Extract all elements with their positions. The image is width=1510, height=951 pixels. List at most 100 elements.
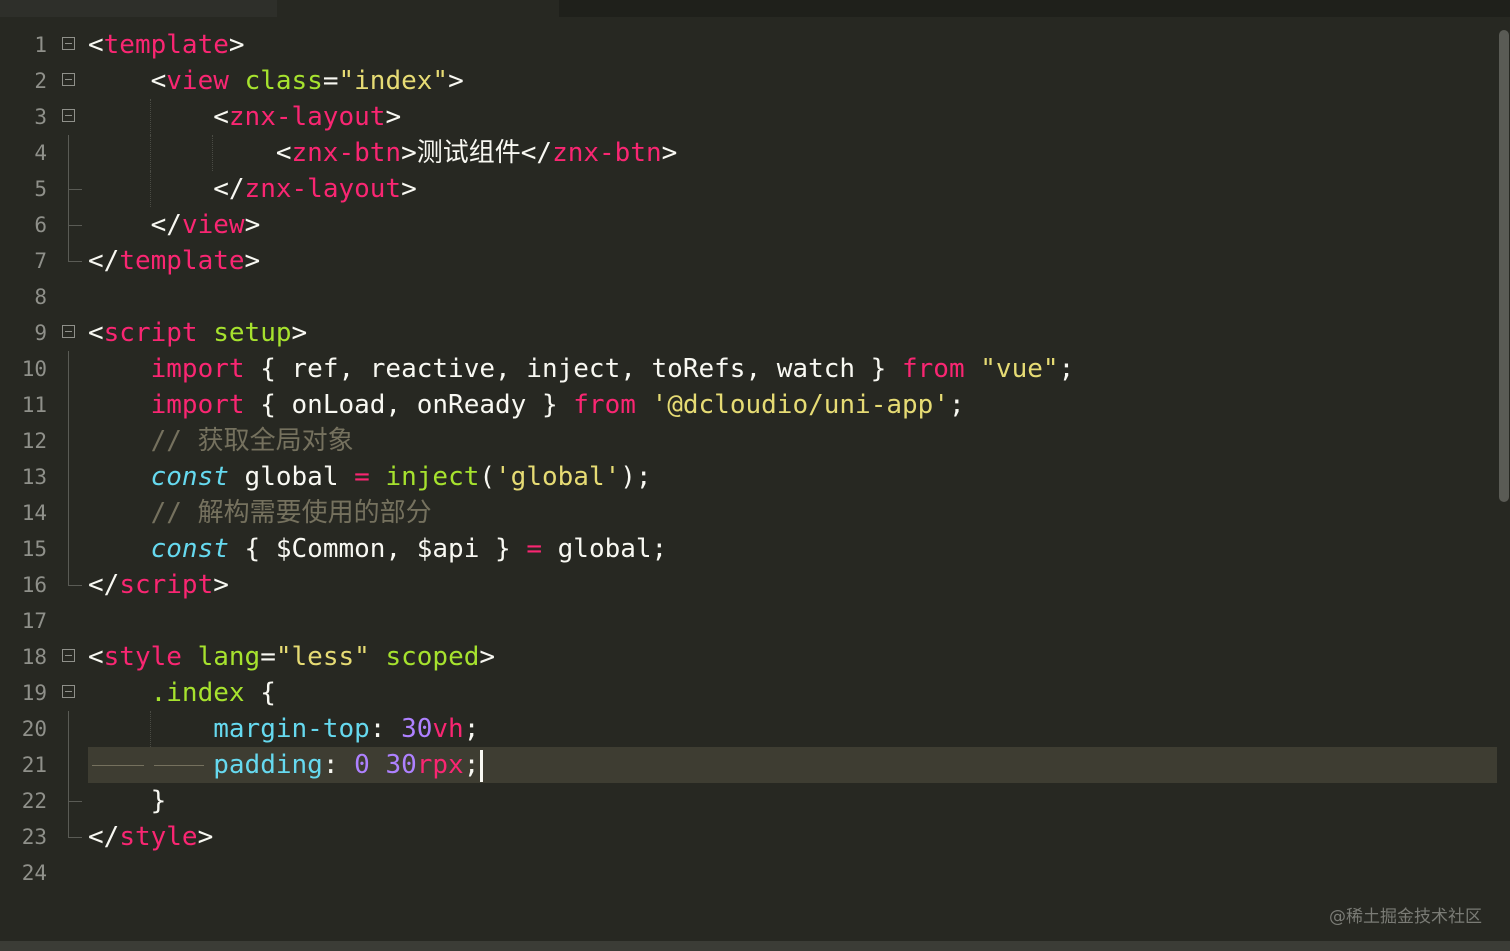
code-line[interactable]: 7 </template> xyxy=(0,243,1497,279)
horizontal-scrollbar[interactable] xyxy=(0,941,1510,951)
fold-guide xyxy=(68,567,69,585)
code-line[interactable]: 3 <znx-layout> xyxy=(0,99,1497,135)
code-text: <znx-layout> xyxy=(213,102,402,132)
fold-end-marker xyxy=(68,801,82,802)
code-line[interactable]: 11 import { onLoad, onReady } from '@dcl… xyxy=(0,387,1497,423)
code-line[interactable]: 13 const global = inject('global'); xyxy=(0,459,1497,495)
code-line[interactable]: 2 <view class="index"> xyxy=(0,63,1497,99)
fold-end-marker xyxy=(68,225,82,226)
code-line[interactable]: 9 <script setup> xyxy=(0,315,1497,351)
fold-toggle-icon[interactable] xyxy=(62,73,75,86)
code-text: import { onLoad, onReady } from '@dcloud… xyxy=(150,390,965,420)
text-cursor xyxy=(480,749,484,782)
fold-guide xyxy=(68,711,69,747)
code-line[interactable]: 4 <znx-btn>测试组件</znx-btn> xyxy=(0,135,1497,171)
code-line[interactable]: 5 </znx-layout> xyxy=(0,171,1497,207)
line-number: 21 xyxy=(21,753,47,777)
line-number: 8 xyxy=(34,285,47,309)
code-text: const { $Common, $api } = global; xyxy=(150,534,668,564)
fold-toggle-icon[interactable] xyxy=(62,109,75,122)
code-line[interactable]: 19 .index { xyxy=(0,675,1497,711)
tab-active[interactable] xyxy=(277,0,559,17)
tab-inactive[interactable] xyxy=(0,0,277,17)
code-text: .index { xyxy=(150,678,276,708)
line-number: 17 xyxy=(21,609,47,633)
code-text: <template> xyxy=(88,30,245,60)
code-line[interactable]: 20 margin-top: 30vh; xyxy=(0,711,1497,747)
line-number: 20 xyxy=(21,717,47,741)
code-text: </znx-layout> xyxy=(213,174,417,204)
code-editor[interactable]: 1 <template> 2 <view class="index"> 3 <z… xyxy=(0,27,1497,927)
code-line[interactable]: 8 xyxy=(0,279,1497,315)
line-number: 23 xyxy=(21,825,47,849)
line-number: 3 xyxy=(34,105,47,129)
code-text: <view class="index"> xyxy=(150,66,464,96)
code-text: // 获取全局对象 xyxy=(150,426,354,456)
code-text: <script setup> xyxy=(88,318,308,348)
line-number: 19 xyxy=(21,681,47,705)
code-line[interactable]: 18 <style lang="less" scoped> xyxy=(0,639,1497,675)
fold-toggle-icon[interactable] xyxy=(62,649,75,662)
line-number: 24 xyxy=(21,861,47,885)
fold-end-marker xyxy=(68,261,82,262)
line-number: 12 xyxy=(21,429,47,453)
code-text: </style> xyxy=(88,822,214,852)
code-line[interactable]: 6 </view> xyxy=(0,207,1497,243)
fold-guide xyxy=(68,243,69,261)
fold-guide xyxy=(68,747,69,783)
line-number: 18 xyxy=(21,645,47,669)
code-line[interactable]: 15 const { $Common, $api } = global; xyxy=(0,531,1497,567)
fold-guide xyxy=(68,495,69,531)
watermark: @稀土掘金技术社区 xyxy=(1329,907,1482,927)
fold-guide xyxy=(68,351,69,387)
code-text: <znx-btn>测试组件</znx-btn> xyxy=(275,138,678,168)
code-line[interactable]: 16 </script> xyxy=(0,567,1497,603)
vertical-scrollbar-thumb[interactable] xyxy=(1499,30,1509,502)
code-line[interactable]: 12 // 获取全局对象 xyxy=(0,423,1497,459)
line-number: 5 xyxy=(34,177,47,201)
line-number: 11 xyxy=(21,393,47,417)
line-number: 7 xyxy=(34,249,47,273)
fold-end-marker xyxy=(68,189,82,190)
fold-guide xyxy=(68,135,69,171)
code-text: </view> xyxy=(150,210,261,240)
line-number: 14 xyxy=(21,501,47,525)
fold-toggle-icon[interactable] xyxy=(62,325,75,338)
code-line[interactable]: 17 xyxy=(0,603,1497,639)
line-number: 13 xyxy=(21,465,47,489)
code-line[interactable]: 22 } xyxy=(0,783,1497,819)
line-number: 4 xyxy=(34,141,47,165)
fold-guide xyxy=(68,819,69,837)
line-number: 9 xyxy=(34,321,47,345)
line-number: 1 xyxy=(34,33,47,57)
fold-guide xyxy=(68,531,69,567)
code-text: import { ref, reactive, inject, toRefs, … xyxy=(150,354,1075,384)
fold-toggle-icon[interactable] xyxy=(62,37,75,50)
code-line[interactable]: 14 // 解构需要使用的部分 xyxy=(0,495,1497,531)
code-text: </script> xyxy=(88,570,229,600)
code-line[interactable]: 10 import { ref, reactive, inject, toRef… xyxy=(0,351,1497,387)
fold-end-marker xyxy=(68,837,82,838)
line-number: 22 xyxy=(21,789,47,813)
code-text: // 解构需要使用的部分 xyxy=(150,498,432,528)
code-line[interactable]: 23 </style> xyxy=(0,819,1497,855)
line-number: 15 xyxy=(21,537,47,561)
fold-guide xyxy=(68,459,69,495)
fold-end-marker xyxy=(68,585,82,586)
line-number: 2 xyxy=(34,69,47,93)
fold-guide xyxy=(68,387,69,423)
line-number: 10 xyxy=(21,357,47,381)
code-line[interactable]: 24 xyxy=(0,855,1497,891)
code-text: const global = inject('global'); xyxy=(150,462,652,492)
line-number: 6 xyxy=(34,213,47,237)
code-line[interactable]: 1 <template> xyxy=(0,27,1497,63)
code-text: <style lang="less" scoped> xyxy=(88,642,496,672)
code-text: padding: 0 30rpx; xyxy=(88,747,484,783)
fold-guide xyxy=(68,423,69,459)
code-text: </template> xyxy=(88,246,261,276)
code-text: margin-top: 30vh; xyxy=(213,714,480,744)
line-number: 16 xyxy=(21,573,47,597)
fold-toggle-icon[interactable] xyxy=(62,685,75,698)
code-line-current[interactable]: 21 padding: 0 30rpx; xyxy=(0,747,1497,783)
tab-bar xyxy=(0,0,1510,17)
